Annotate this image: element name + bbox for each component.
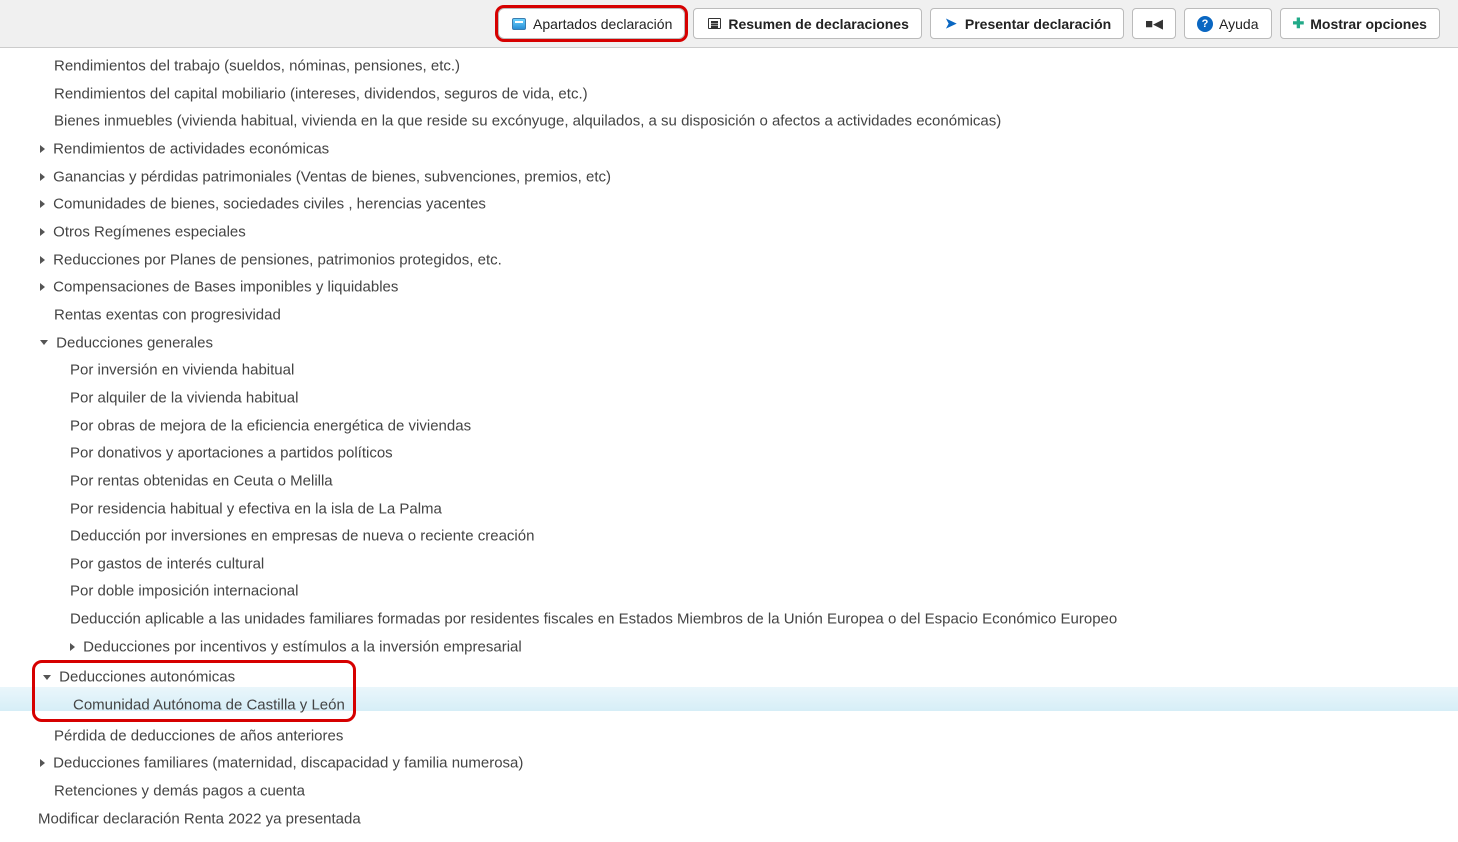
tree-item-da-castilla-leon[interactable]: Comunidad Autónoma de Castilla y León [35,691,353,719]
caret-right-icon [40,145,45,153]
summary-icon [706,16,722,32]
top-toolbar: Apartados declaración Resumen de declara… [0,0,1458,48]
tree-item-dg-incentivos[interactable]: Deducciones por incentivos y estímulos a… [0,633,1458,661]
tree-item-modificar-declaracion[interactable]: Modificar declaración Renta 2022 ya pres… [0,805,1458,833]
tree-item-rend-trabajo[interactable]: Rendimientos del trabajo (sueldos, nómin… [0,52,1458,80]
caret-down-icon [43,675,51,680]
highlighted-group: Deducciones autonómicas Comunidad Autóno… [32,660,356,721]
caret-down-icon [40,340,48,345]
tree-item-dg-gastos-cultural[interactable]: Por gastos de interés cultural [0,550,1458,578]
tree-item-ganancias-perdidas[interactable]: Ganancias y pérdidas patrimoniales (Vent… [0,163,1458,191]
tree-item-bienes-inmuebles[interactable]: Bienes inmuebles (vivienda habitual, viv… [0,107,1458,135]
resumen-label: Resumen de declaraciones [728,16,909,32]
tree-item-dg-inversion-vivienda[interactable]: Por inversión en vivienda habitual [0,356,1458,384]
presentar-declaracion-button[interactable]: ➤ Presentar declaración [930,8,1124,39]
tree-view: Rendimientos del trabajo (sueldos, nómin… [0,48,1458,842]
mostrar-label: Mostrar opciones [1310,16,1427,32]
video-icon: ■◀ [1145,16,1163,32]
tree-item-deducciones-generales[interactable]: Deducciones generales [0,329,1458,357]
tree-item-dg-inversion-empresas[interactable]: Deducción por inversiones en empresas de… [0,522,1458,550]
tree-item-dg-donativos[interactable]: Por donativos y aportaciones a partidos … [0,439,1458,467]
presentar-label: Presentar declaración [965,16,1111,32]
submit-icon: ➤ [943,16,959,32]
tree-item-rend-capital[interactable]: Rendimientos del capital mobiliario (int… [0,80,1458,108]
tree-item-retenciones[interactable]: Retenciones y demás pagos a cuenta [0,777,1458,805]
caret-right-icon [40,283,45,291]
ayuda-label: Ayuda [1219,16,1258,32]
tree-item-dg-unidades-familiares[interactable]: Deducción aplicable a las unidades famil… [0,605,1458,633]
tree-item-deducciones-familiares[interactable]: Deducciones familiares (maternidad, disc… [0,749,1458,777]
tree-item-compensaciones-bases[interactable]: Compensaciones de Bases imponibles y liq… [0,273,1458,301]
caret-right-icon [40,256,45,264]
tree-item-deducciones-autonomicas[interactable]: Deducciones autonómicas [35,663,353,691]
tree-item-dg-alquiler-vivienda[interactable]: Por alquiler de la vivienda habitual [0,384,1458,412]
sections-icon [511,16,527,32]
ayuda-button[interactable]: ? Ayuda [1184,8,1271,39]
tree-item-dg-rentas-ceuta[interactable]: Por rentas obtenidas en Ceuta o Melilla [0,467,1458,495]
tree-item-dg-doble-imposicion[interactable]: Por doble imposición internacional [0,577,1458,605]
tree-item-dg-obras-mejora[interactable]: Por obras de mejora de la eficiencia ene… [0,412,1458,440]
mostrar-opciones-button[interactable]: ✚ Mostrar opciones [1280,8,1440,39]
tree-item-dg-residencia-palma[interactable]: Por residencia habitual y efectiva en la… [0,495,1458,523]
options-icon: ✚ [1293,15,1305,32]
resumen-declaraciones-button[interactable]: Resumen de declaraciones [693,8,922,39]
tree-item-rentas-exentas[interactable]: Rentas exentas con progresividad [0,301,1458,329]
apartados-declaracion-button[interactable]: Apartados declaración [498,8,685,39]
tree-item-comunidades-bienes[interactable]: Comunidades de bienes, sociedades civile… [0,190,1458,218]
caret-right-icon [70,643,75,651]
caret-right-icon [40,759,45,767]
help-icon: ? [1197,16,1213,32]
tree-item-reducciones-planes[interactable]: Reducciones por Planes de pensiones, pat… [0,246,1458,274]
video-button[interactable]: ■◀ [1132,8,1176,39]
tree-item-rend-actividades[interactable]: Rendimientos de actividades económicas [0,135,1458,163]
caret-right-icon [40,200,45,208]
caret-right-icon [40,228,45,236]
tree-item-otros-regimenes[interactable]: Otros Regímenes especiales [0,218,1458,246]
tree-item-perdida-deducciones[interactable]: Pérdida de deducciones de años anteriore… [0,722,1458,750]
caret-right-icon [40,173,45,181]
apartados-label: Apartados declaración [533,16,672,32]
